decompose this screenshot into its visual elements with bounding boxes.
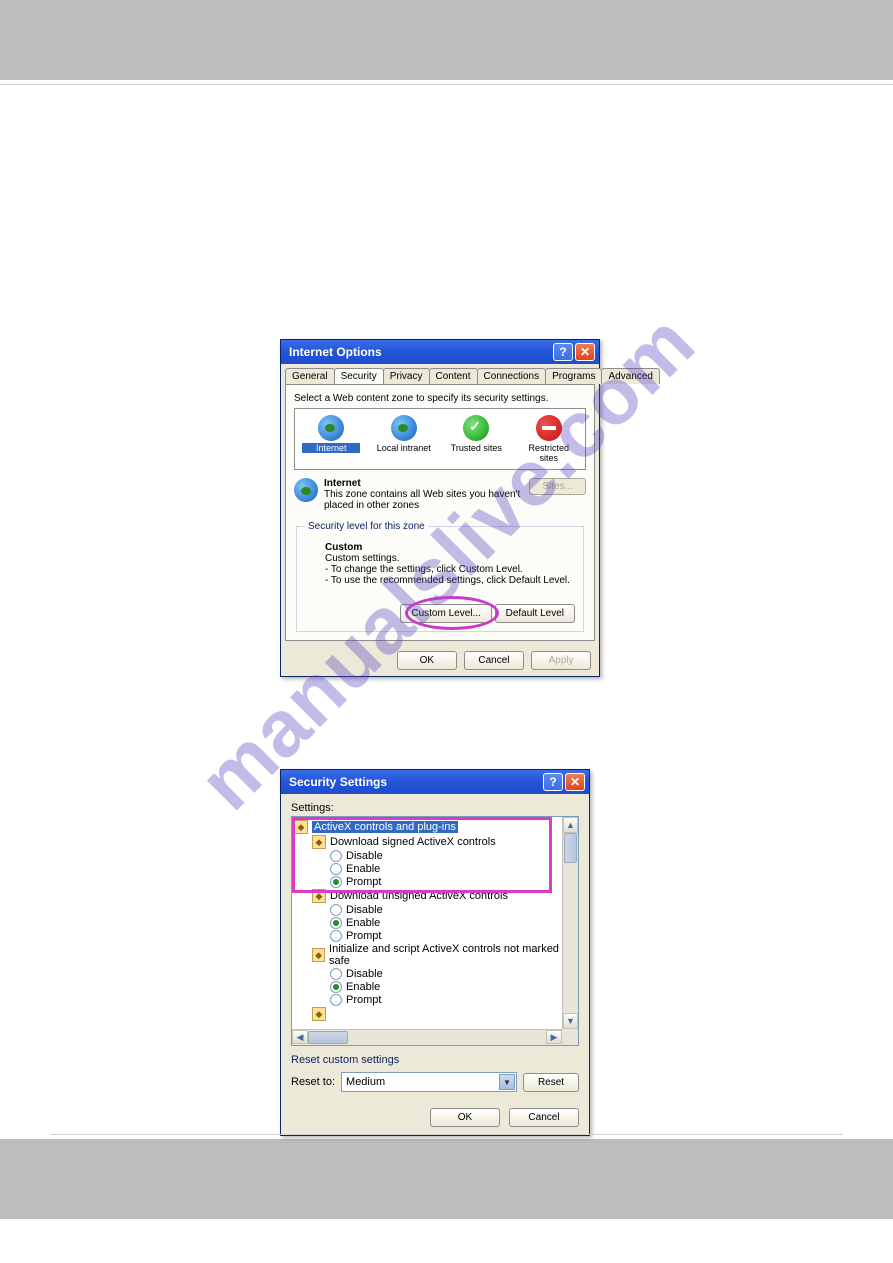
- globe-icon: [391, 415, 417, 441]
- custom-heading: Custom: [325, 542, 362, 553]
- gear-icon: ◆: [312, 835, 326, 849]
- page-content: manualslive.com Internet Options ? ✕ Gen…: [0, 89, 893, 1139]
- close-button[interactable]: ✕: [575, 343, 595, 361]
- radio-disable[interactable]: Disable: [330, 850, 576, 862]
- vertical-scrollbar[interactable]: ▲ ▼: [562, 817, 578, 1029]
- tab-programs[interactable]: Programs: [545, 368, 602, 384]
- tree-item-download-unsigned[interactable]: ◆ Download unsigned ActiveX controls: [312, 889, 576, 903]
- zone-internet[interactable]: Internet: [302, 415, 360, 463]
- zone-local-intranet[interactable]: Local intranet: [375, 415, 433, 463]
- reset-row: Reset to: Medium ▼ Reset: [291, 1072, 579, 1092]
- dialog1-buttons: OK Cancel Apply: [281, 645, 599, 676]
- custom-level-button[interactable]: Custom Level...: [400, 604, 491, 623]
- hscroll-thumb[interactable]: [308, 1031, 348, 1044]
- dialog1-title: Internet Options: [289, 345, 551, 359]
- gear-icon: ◆: [312, 889, 326, 903]
- tree-item-download-signed[interactable]: ◆ Download signed ActiveX controls: [312, 835, 576, 849]
- default-level-button[interactable]: Default Level: [495, 604, 575, 623]
- globe-icon: [294, 478, 318, 502]
- custom-line1: Custom settings.: [325, 553, 399, 564]
- level-buttons: Custom Level... Default Level: [305, 604, 575, 623]
- zone-trusted-sites[interactable]: Trusted sites: [447, 415, 505, 463]
- page-footer-band: [0, 1139, 893, 1219]
- dialog1-tabs: General Security Privacy Content Connect…: [281, 364, 599, 384]
- scroll-thumb[interactable]: [564, 833, 577, 863]
- zone-desc-body: This zone contains all Web sites you hav…: [324, 489, 520, 511]
- reset-button[interactable]: Reset: [523, 1073, 579, 1092]
- tree-group-activex[interactable]: ◆ ActiveX controls and plug-ins: [294, 820, 576, 834]
- ok-button[interactable]: OK: [430, 1108, 500, 1127]
- tree-item-initialize-script[interactable]: ◆ Initialize and script ActiveX controls…: [312, 943, 576, 967]
- dialog2-titlebar[interactable]: Security Settings ? ✕: [281, 770, 589, 794]
- horizontal-scrollbar[interactable]: ◀ ▶: [292, 1029, 562, 1045]
- radio-disable[interactable]: Disable: [330, 904, 576, 916]
- radio-enable[interactable]: Enable: [330, 981, 576, 993]
- radio-enable[interactable]: Enable: [330, 863, 576, 875]
- stop-icon: [536, 415, 562, 441]
- reset-section-label: Reset custom settings: [291, 1054, 579, 1066]
- custom-line2: - To change the settings, click Custom L…: [325, 564, 523, 575]
- page-header-band: [0, 0, 893, 80]
- zone-desc-title: Internet: [324, 478, 361, 489]
- reset-to-label: Reset to:: [291, 1076, 335, 1088]
- dialog2-body: Settings: ◆ ActiveX controls and plug-in…: [281, 794, 589, 1100]
- header-divider: [0, 84, 893, 85]
- apply-button[interactable]: Apply: [531, 651, 591, 670]
- tab-advanced[interactable]: Advanced: [601, 368, 659, 384]
- chevron-down-icon[interactable]: ▼: [499, 1074, 515, 1090]
- custom-block: Custom Custom settings. - To change the …: [325, 542, 575, 586]
- zone-instruction: Select a Web content zone to specify its…: [294, 393, 586, 404]
- dialog1-body: Select a Web content zone to specify its…: [285, 384, 595, 641]
- reset-to-value: Medium: [346, 1076, 385, 1088]
- tab-general[interactable]: General: [285, 368, 335, 384]
- internet-options-dialog: Internet Options ? ✕ General Security Pr…: [280, 339, 600, 677]
- tree-item-cutoff: ◆: [312, 1007, 576, 1021]
- dialog2-buttons: OK Cancel: [281, 1100, 589, 1135]
- security-settings-dialog: Security Settings ? ✕ Settings: ◆ Active…: [280, 769, 590, 1136]
- zone-description: Internet This zone contains all Web site…: [294, 478, 586, 511]
- radio-enable[interactable]: Enable: [330, 917, 576, 929]
- security-level-fieldset: Security level for this zone Custom Cust…: [296, 521, 584, 632]
- close-button[interactable]: ✕: [565, 773, 585, 791]
- scroll-corner: [562, 1029, 578, 1045]
- scroll-left-icon[interactable]: ◀: [292, 1030, 308, 1044]
- radio-prompt[interactable]: Prompt: [330, 876, 576, 888]
- content-bottom-divider: [50, 1134, 843, 1135]
- zone-desc-text: Internet This zone contains all Web site…: [324, 478, 523, 511]
- sites-button[interactable]: Sites...: [529, 478, 586, 495]
- cancel-button[interactable]: Cancel: [464, 651, 524, 670]
- globe-icon: [318, 415, 344, 441]
- tab-connections[interactable]: Connections: [477, 368, 547, 384]
- help-button[interactable]: ?: [553, 343, 573, 361]
- gear-icon: ◆: [312, 1007, 326, 1021]
- zone-restricted-sites[interactable]: Restricted sites: [520, 415, 578, 463]
- scroll-up-icon[interactable]: ▲: [563, 817, 578, 833]
- gear-icon: ◆: [312, 948, 325, 962]
- zone-selector: Internet Local intranet Trusted sites Re…: [294, 408, 586, 470]
- dialog1-titlebar[interactable]: Internet Options ? ✕: [281, 340, 599, 364]
- security-level-legend: Security level for this zone: [305, 521, 428, 532]
- settings-label: Settings:: [291, 802, 579, 814]
- reset-to-combo[interactable]: Medium ▼: [341, 1072, 517, 1092]
- tab-privacy[interactable]: Privacy: [383, 368, 430, 384]
- settings-tree[interactable]: ◆ ActiveX controls and plug-ins ◆ Downlo…: [291, 816, 579, 1046]
- help-button[interactable]: ?: [543, 773, 563, 791]
- gear-icon: ◆: [294, 820, 308, 834]
- check-icon: [463, 415, 489, 441]
- cancel-button[interactable]: Cancel: [509, 1108, 579, 1127]
- tab-security[interactable]: Security: [334, 368, 384, 384]
- custom-line3: - To use the recommended settings, click…: [325, 575, 570, 586]
- tree-inner: ◆ ActiveX controls and plug-ins ◆ Downlo…: [292, 817, 578, 1045]
- scroll-down-icon[interactable]: ▼: [563, 1013, 578, 1029]
- scroll-right-icon[interactable]: ▶: [546, 1030, 562, 1044]
- radio-disable[interactable]: Disable: [330, 968, 576, 980]
- tab-content[interactable]: Content: [429, 368, 478, 384]
- dialog2-title: Security Settings: [289, 775, 541, 789]
- radio-prompt[interactable]: Prompt: [330, 930, 576, 942]
- radio-prompt[interactable]: Prompt: [330, 994, 576, 1006]
- ok-button[interactable]: OK: [397, 651, 457, 670]
